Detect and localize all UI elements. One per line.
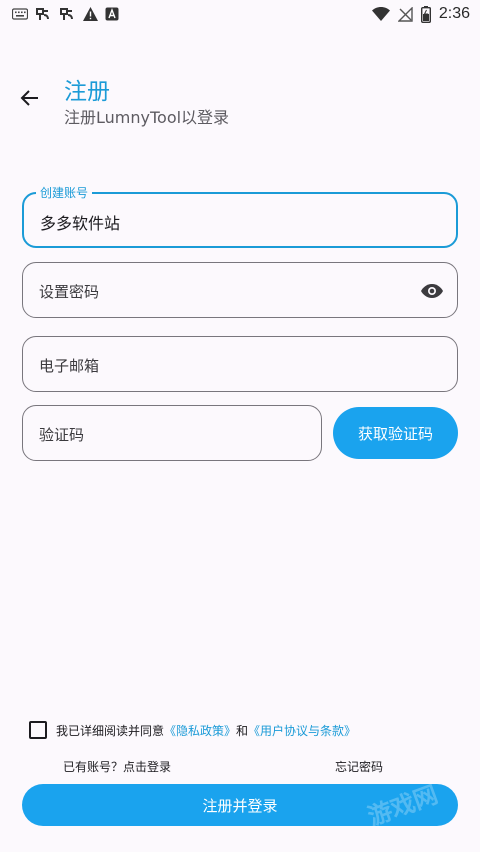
page-subtitle: 注册LumnyTool以登录	[64, 108, 230, 127]
verification-code-field[interactable]: 验证码	[22, 405, 322, 461]
app-icon	[58, 5, 76, 23]
status-left-icons	[12, 5, 119, 23]
agreement-prefix: 我已详细阅读并同意	[56, 723, 165, 738]
register-and-login-button[interactable]: 注册并登录 游戏网	[22, 784, 458, 826]
header: 注册 注册LumnyTool以登录	[0, 70, 480, 130]
status-right-icons: 2:36	[371, 5, 470, 23]
arrow-left-icon	[20, 90, 38, 106]
app-icon	[34, 5, 52, 23]
account-field-label: 创建账号	[36, 184, 93, 201]
email-field[interactable]: 电子邮箱	[22, 336, 458, 392]
submit-label: 注册并登录	[202, 796, 278, 815]
watermark: 游戏网	[364, 784, 442, 826]
agreement-text: 我已详细阅读并同意《隐私政策》和《用户协议与条款》	[56, 722, 356, 739]
account-field-value: 多多软件站	[40, 214, 121, 233]
page-title: 注册	[64, 79, 110, 105]
warning-icon	[82, 6, 99, 22]
status-bar: 2:36	[0, 0, 480, 28]
agreement-and: 和	[236, 723, 249, 738]
login-link[interactable]: 已有账号？点击登录	[63, 758, 171, 775]
email-placeholder: 电子邮箱	[39, 357, 100, 375]
privacy-policy-link[interactable]: 《隐私政策》	[164, 724, 236, 738]
no-signal-icon	[397, 6, 413, 22]
agreement-checkbox[interactable]	[29, 721, 47, 739]
toggle-password-visibility-button[interactable]	[419, 278, 445, 304]
back-button[interactable]	[14, 82, 46, 114]
forgot-password-link[interactable]: 忘记密码	[335, 758, 383, 775]
agreement-row: 我已详细阅读并同意《隐私政策》和《用户协议与条款》	[29, 721, 356, 739]
get-code-button[interactable]: 获取验证码	[333, 407, 458, 459]
wifi-icon	[371, 7, 390, 21]
a-icon	[105, 7, 119, 21]
password-field[interactable]: 设置密码	[22, 262, 458, 318]
password-placeholder: 设置密码	[39, 283, 100, 301]
terms-link[interactable]: 《用户协议与条款》	[248, 724, 356, 738]
battery-icon	[420, 5, 431, 23]
account-field[interactable]: 创建账号 多多软件站	[22, 184, 458, 248]
keyboard-icon	[12, 8, 28, 20]
verification-code-placeholder: 验证码	[39, 426, 85, 444]
status-time: 2:36	[438, 5, 470, 22]
eye-icon	[421, 284, 443, 298]
